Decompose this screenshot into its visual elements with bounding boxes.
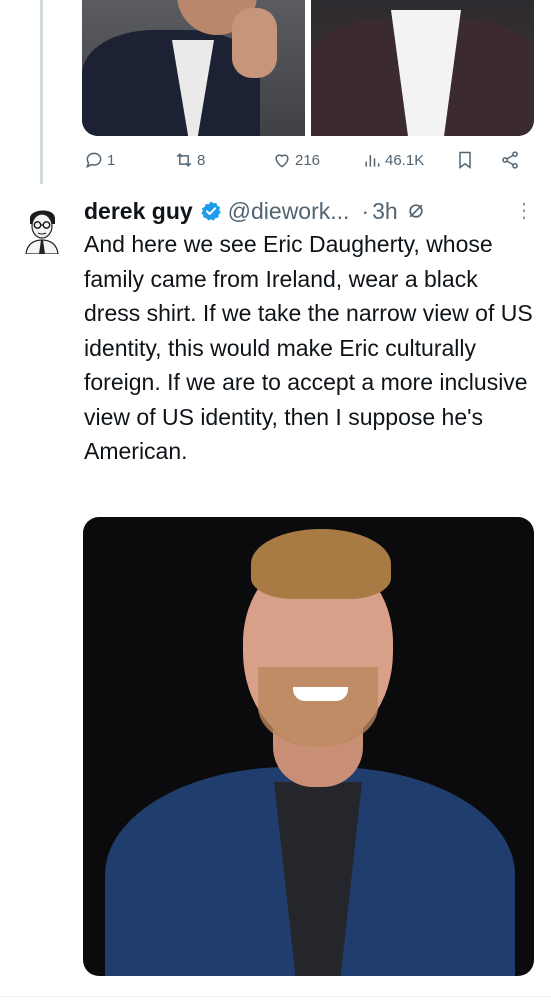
previous-tweet-media[interactable] bbox=[82, 0, 534, 136]
tweet-header: derek guy @diework... · 3h ⋮ bbox=[84, 194, 534, 228]
avatar[interactable] bbox=[22, 204, 62, 255]
bookmark-button[interactable] bbox=[455, 150, 475, 170]
share-button[interactable] bbox=[500, 150, 520, 170]
views-button[interactable]: 46.1K bbox=[362, 150, 424, 170]
author-handle[interactable]: @diework... bbox=[228, 198, 350, 225]
views-icon bbox=[365, 155, 380, 167]
verified-badge-icon bbox=[200, 200, 222, 222]
share-icon bbox=[502, 151, 518, 169]
retweet-count: 8 bbox=[197, 151, 206, 169]
like-button[interactable]: 216 bbox=[272, 150, 320, 170]
previous-tweet-action-bar: 1 8 216 46.1K bbox=[84, 146, 524, 174]
grok-icon[interactable] bbox=[406, 201, 426, 221]
like-icon bbox=[275, 154, 289, 168]
reply-button[interactable]: 1 bbox=[84, 150, 115, 170]
tweet-timestamp[interactable]: 3h bbox=[372, 198, 398, 225]
avatar-illustration bbox=[25, 210, 59, 255]
tweet-text: And here we see Eric Daugherty, whose fa… bbox=[84, 231, 533, 464]
reply-count: 1 bbox=[107, 151, 116, 169]
author-name[interactable]: derek guy bbox=[84, 198, 193, 225]
like-count: 216 bbox=[295, 151, 321, 169]
thread-connector-line bbox=[40, 0, 43, 184]
reply-icon bbox=[86, 152, 102, 169]
time-separator: · bbox=[361, 197, 370, 224]
retweet-icon bbox=[176, 153, 192, 167]
views-count: 46.1K bbox=[385, 151, 425, 169]
bookmark-icon bbox=[459, 151, 471, 169]
divider bbox=[0, 996, 551, 997]
tweet-photo[interactable] bbox=[83, 517, 534, 976]
retweet-button[interactable]: 8 bbox=[174, 150, 205, 170]
more-icon[interactable]: ⋮ bbox=[514, 198, 534, 223]
media-image-right[interactable] bbox=[311, 0, 534, 136]
media-image-left[interactable] bbox=[82, 0, 305, 136]
